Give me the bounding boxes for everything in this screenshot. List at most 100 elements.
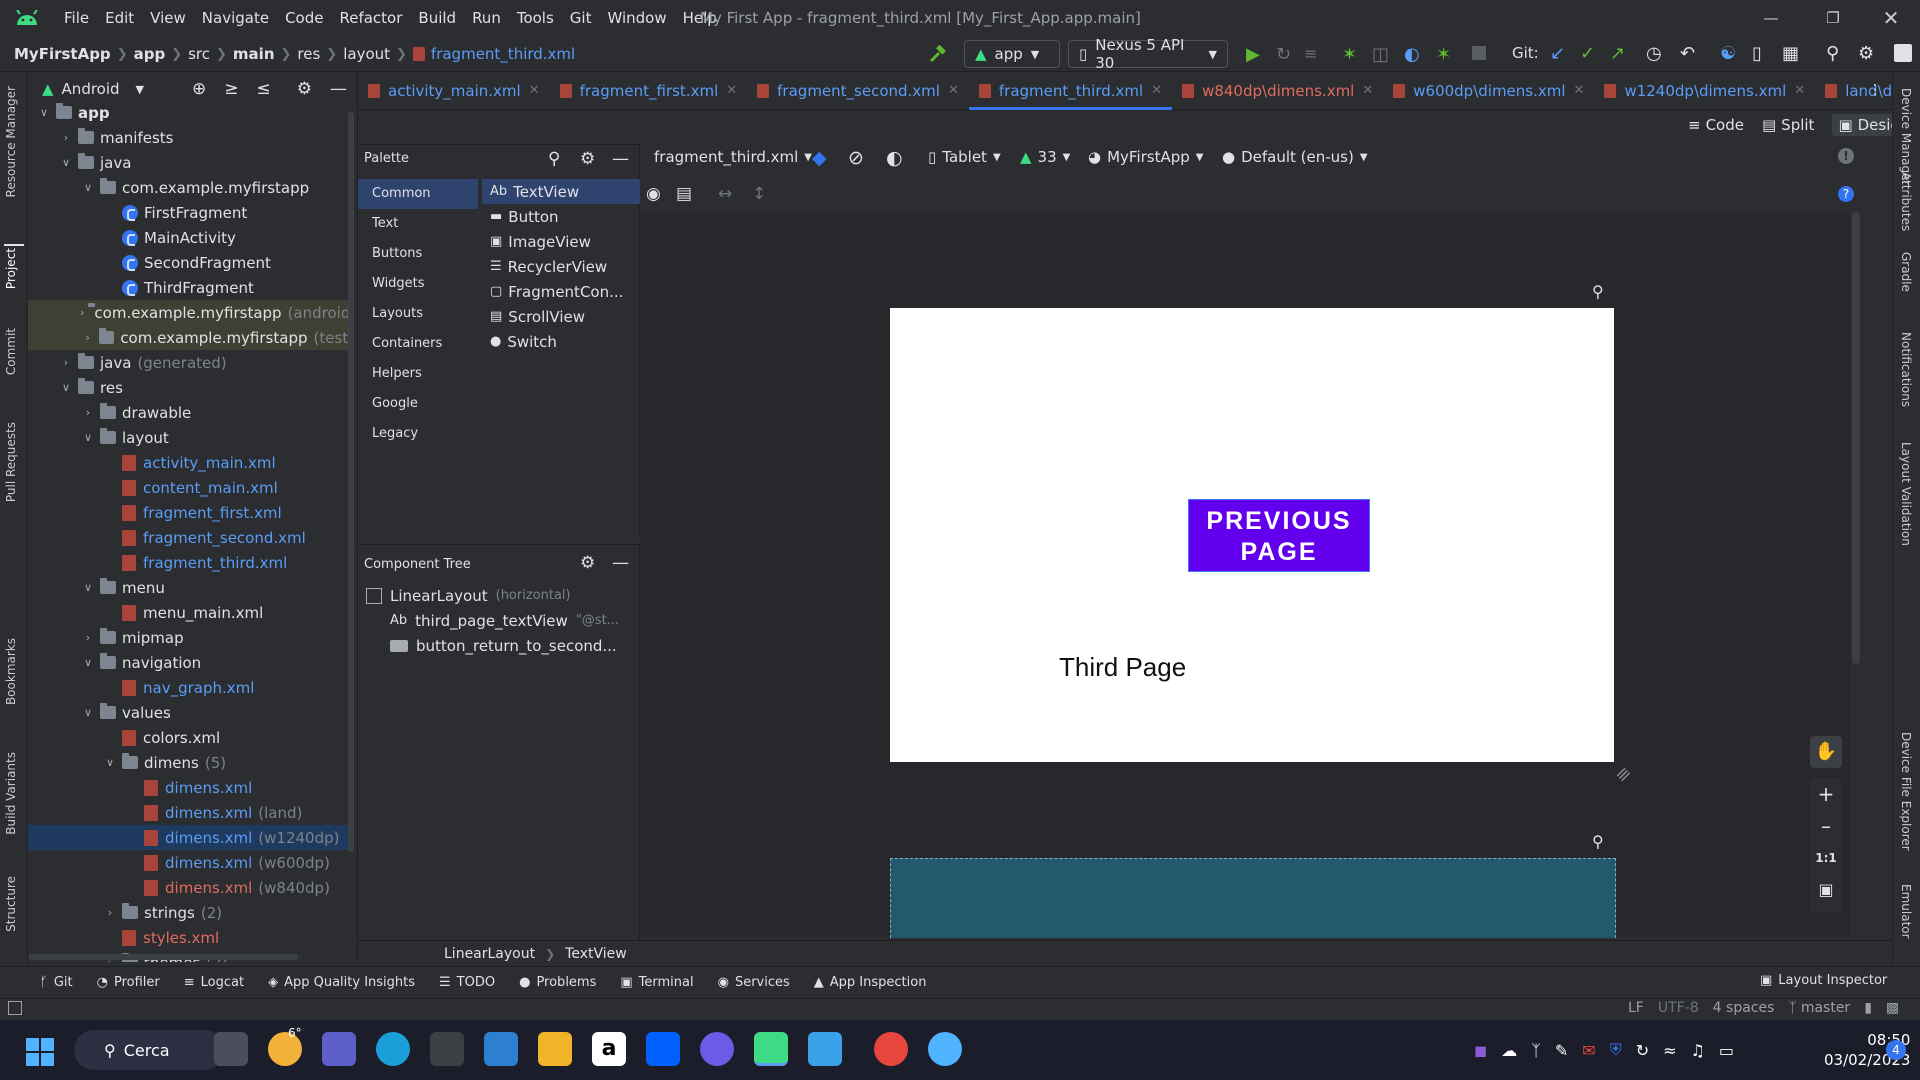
- warning-icon[interactable]: !: [1838, 148, 1854, 164]
- amazon-icon[interactable]: a: [592, 1032, 626, 1066]
- locale-select[interactable]: ● Default (en-us) ▼: [1222, 148, 1368, 166]
- palette-item[interactable]: ▬ Button: [482, 204, 640, 229]
- coverage-icon[interactable]: ◫: [1372, 44, 1389, 65]
- taskbar-search[interactable]: ⚲ Cerca: [74, 1030, 224, 1070]
- toolwindow-button[interactable]: ᚶ Git: [40, 975, 73, 990]
- menu-window[interactable]: Window: [599, 0, 674, 36]
- rerun-icon[interactable]: ↻: [1276, 44, 1291, 65]
- toolwindow-button[interactable]: ▲ App Inspection: [814, 975, 927, 990]
- toggle-tool-windows-icon[interactable]: [8, 1001, 22, 1015]
- palette-category[interactable]: Google: [358, 389, 478, 419]
- close-tab-icon[interactable]: ✕: [726, 83, 737, 98]
- wifi-icon[interactable]: ≈: [1663, 1041, 1676, 1060]
- debug-icon[interactable]: ✶: [1342, 44, 1357, 65]
- palette-item[interactable]: Ab TextView: [482, 179, 640, 204]
- menu-git[interactable]: Git: [562, 0, 600, 36]
- editor-tab[interactable]: w1240dp\dimens.xml ✕: [1594, 72, 1815, 110]
- commit-tab[interactable]: Commit: [4, 328, 18, 375]
- security-icon[interactable]: ⛨: [1610, 1040, 1622, 1060]
- tree-node-textview[interactable]: Ab third_page_textView "@st...: [390, 608, 619, 633]
- sdk-manager-icon[interactable]: ▦: [1782, 43, 1799, 64]
- toolwindow-button[interactable]: ☰ TODO: [439, 975, 495, 990]
- git-commit-icon[interactable]: ✓: [1580, 43, 1595, 64]
- tabs-overflow-icon[interactable]: ⋮: [1868, 82, 1882, 98]
- chevron-down-icon[interactable]: ▼: [136, 83, 144, 96]
- volume-icon[interactable]: ♫: [1691, 1041, 1705, 1060]
- run-config-select[interactable]: ▲ app ▼: [964, 40, 1060, 68]
- run-icon[interactable]: ▶: [1246, 44, 1260, 65]
- build-variants-tab[interactable]: Build Variants: [4, 752, 18, 835]
- bookmarks-tab[interactable]: Bookmarks: [4, 638, 18, 705]
- design-surface-icon[interactable]: ◆: [812, 147, 827, 169]
- notepad-icon[interactable]: [808, 1032, 842, 1066]
- split-mode-button[interactable]: ▤ Split: [1762, 116, 1814, 134]
- crumb-linearlayout[interactable]: LinearLayout: [444, 946, 535, 962]
- palette-category[interactable]: Widgets: [358, 269, 478, 299]
- gear-icon[interactable]: ⚙: [580, 553, 595, 573]
- menu-view[interactable]: View: [142, 0, 194, 36]
- palette-item[interactable]: ● Switch: [482, 329, 640, 354]
- expand-all-icon[interactable]: ≥: [224, 79, 238, 99]
- tree-item[interactable]: › java (generated): [28, 350, 354, 375]
- breadcrumb-file[interactable]: fragment_third.xml: [431, 45, 575, 63]
- history-icon[interactable]: ◷: [1646, 43, 1662, 64]
- editor-tab[interactable]: fragment_first.xml ✕: [550, 72, 748, 110]
- pin-icon[interactable]: ⚲: [1592, 832, 1604, 851]
- eye-icon[interactable]: ◉: [646, 184, 661, 204]
- tree-item[interactable]: fragment_first.xml: [28, 500, 354, 525]
- apply-changes-icon[interactable]: ≡: [1304, 44, 1317, 63]
- tree-item[interactable]: fragment_second.xml: [28, 525, 354, 550]
- account-avatar[interactable]: [1894, 44, 1912, 62]
- menu-code[interactable]: Code: [277, 0, 331, 36]
- breadcrumb-main[interactable]: main: [233, 45, 275, 63]
- indent[interactable]: 4 spaces: [1713, 1000, 1775, 1016]
- help-icon[interactable]: ?: [1838, 186, 1854, 202]
- close-tab-icon[interactable]: ✕: [1151, 83, 1162, 98]
- emulator-tab[interactable]: Emulator: [1899, 884, 1913, 939]
- breadcrumb-res[interactable]: res: [297, 45, 320, 63]
- tree-item[interactable]: ∨ values: [28, 700, 354, 725]
- search-icon[interactable]: ⚲: [1826, 43, 1839, 64]
- chevron-down-icon[interactable]: ∨: [58, 381, 74, 394]
- tree-item[interactable]: › com.example.myfirstapp (androidT: [28, 300, 354, 325]
- pen-icon[interactable]: ✎: [1555, 1041, 1568, 1060]
- toolwindow-button[interactable]: ◈ App Quality Insights: [268, 975, 415, 990]
- device-select[interactable]: ▯ Nexus 5 API 30 ▼: [1068, 36, 1228, 72]
- blueprint-preview[interactable]: [890, 858, 1616, 938]
- gear-icon[interactable]: ⚙: [580, 149, 595, 169]
- editor-tab[interactable]: fragment_second.xml ✕: [747, 72, 969, 110]
- tree-node-linearlayout[interactable]: LinearLayout (horizontal): [366, 583, 571, 608]
- tree-item[interactable]: › strings (2): [28, 900, 354, 925]
- gradle-tab[interactable]: Gradle: [1899, 252, 1913, 292]
- android-studio-taskbar-icon[interactable]: [754, 1032, 788, 1066]
- chrome-icon[interactable]: [874, 1032, 908, 1066]
- close-tab-icon[interactable]: ✕: [529, 83, 540, 98]
- palette-item[interactable]: ☰ RecyclerView: [482, 254, 640, 279]
- palette-category[interactable]: Buttons: [358, 239, 478, 269]
- crumb-textview[interactable]: TextView: [565, 946, 627, 962]
- lock-icon[interactable]: ▮: [1864, 1000, 1872, 1016]
- toolwindow-button[interactable]: ◉ Services: [718, 975, 790, 990]
- notification-badge[interactable]: 4: [1886, 1040, 1906, 1060]
- pin-icon[interactable]: ⚲: [1592, 282, 1604, 301]
- tree-item[interactable]: dimens.xml (w1240dp): [28, 825, 354, 850]
- zoom-in-icon[interactable]: +: [1810, 778, 1842, 810]
- chevron-down-icon[interactable]: ∨: [36, 106, 52, 119]
- teams-icon[interactable]: [322, 1032, 356, 1066]
- collapse-all-icon[interactable]: ≤: [257, 79, 271, 99]
- palette-category[interactable]: Containers: [358, 329, 478, 359]
- pull-requests-tab[interactable]: Pull Requests: [4, 422, 18, 502]
- onenote-icon[interactable]: ◼: [1474, 1041, 1487, 1060]
- tree-item[interactable]: ∨ dimens (5): [28, 750, 354, 775]
- chevron-right-icon[interactable]: ›: [80, 631, 96, 644]
- close-tab-icon[interactable]: ✕: [1794, 83, 1805, 98]
- previous-page-button[interactable]: PREVIOUS PAGE: [1188, 499, 1370, 572]
- attach-debugger-icon[interactable]: ✶: [1436, 44, 1451, 65]
- structure-tab[interactable]: Structure: [4, 876, 18, 932]
- profile-icon[interactable]: ◐: [1404, 44, 1420, 65]
- toolwindow-button[interactable]: ≡ Logcat: [184, 975, 244, 990]
- git-branch[interactable]: ᛉ master: [1788, 1000, 1850, 1016]
- chevron-down-icon[interactable]: ∨: [80, 581, 96, 594]
- editor-tab[interactable]: w600dp\dimens.xml ✕: [1383, 72, 1594, 110]
- android-studio-logo-icon[interactable]: [14, 10, 40, 26]
